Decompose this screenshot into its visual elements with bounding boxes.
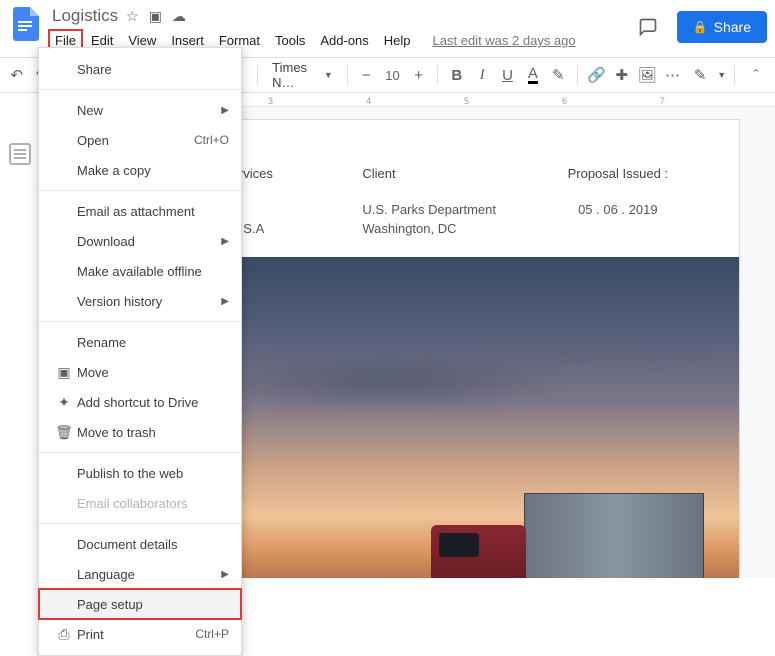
lock-icon: 🔒 [693, 20, 708, 34]
file-offline[interactable]: Make available offline [39, 256, 241, 286]
hide-menus-button[interactable]: ˆ [743, 62, 769, 88]
submenu-arrow-icon: ▶ [221, 236, 229, 247]
menu-addons[interactable]: Add-ons [313, 29, 375, 52]
editing-mode-button[interactable]: ✎ [687, 62, 713, 88]
last-edit-link[interactable]: Last edit was 2 days ago [433, 33, 576, 48]
hero-image[interactable] [156, 257, 739, 578]
print-icon: ⎙ [53, 626, 75, 643]
truck-graphic [384, 467, 704, 578]
col3-line1: 05 . 06 . 2019 [533, 201, 703, 220]
comments-button[interactable] [631, 10, 665, 44]
file-make-copy[interactable]: Make a copy [39, 155, 241, 185]
font-size-value[interactable]: 10 [381, 68, 404, 83]
file-page-setup[interactable]: Page setup [39, 589, 241, 619]
drive-shortcut-icon: ✦ [53, 394, 75, 411]
undo-button[interactable]: ↶ [6, 62, 27, 88]
file-share[interactable]: Share [39, 54, 241, 84]
file-move[interactable]: ▣Move [39, 357, 241, 387]
file-email-attachment[interactable]: Email as attachment [39, 196, 241, 226]
file-document-details[interactable]: Document details [39, 529, 241, 559]
submenu-arrow-icon: ▶ [221, 569, 229, 580]
insert-image-button[interactable]: 🖼 [636, 62, 657, 88]
file-print[interactable]: ⎙PrintCtrl+P [39, 619, 241, 649]
trash-icon: 🗑 [53, 424, 75, 441]
star-icon[interactable]: ☆ [126, 8, 139, 25]
font-size-decrease[interactable]: − [356, 62, 377, 88]
file-publish-web[interactable]: Publish to the web [39, 458, 241, 488]
col3-heading: Proposal Issued : [533, 166, 703, 201]
docs-logo[interactable] [8, 6, 44, 42]
italic-button[interactable]: I [472, 62, 493, 88]
file-add-shortcut[interactable]: ✦Add shortcut to Drive [39, 387, 241, 417]
file-version-history[interactable]: Version history▶ [39, 286, 241, 316]
font-size-increase[interactable]: + [408, 62, 429, 88]
font-family-select[interactable]: Times N…▼ [266, 60, 339, 90]
share-button[interactable]: 🔒 Share [677, 11, 767, 43]
col2-line2: Washington, DC [362, 220, 532, 239]
submenu-arrow-icon: ▶ [221, 296, 229, 307]
add-comment-button[interactable]: ✚ [611, 62, 632, 88]
underline-button[interactable]: U [497, 62, 518, 88]
insert-link-button[interactable]: 🔗 [586, 62, 607, 88]
file-trash[interactable]: 🗑Move to trash [39, 417, 241, 447]
file-open[interactable]: OpenCtrl+O [39, 125, 241, 155]
file-new[interactable]: New▶ [39, 95, 241, 125]
document-page[interactable]: ivery Services on Ave. Ohio , U.S.A Clie… [155, 119, 740, 578]
move-folder-icon[interactable]: ▣ [149, 8, 162, 25]
col2-line1: U.S. Parks Department [362, 201, 532, 220]
highlight-button[interactable]: ✎ [548, 62, 569, 88]
col2-heading: Client [362, 166, 532, 201]
chevron-down-icon: ▼ [717, 70, 726, 80]
file-email-collaborators: Email collaborators [39, 488, 241, 518]
bold-button[interactable]: B [446, 62, 467, 88]
menu-help[interactable]: Help [377, 29, 418, 52]
text-color-button[interactable]: A [522, 62, 543, 88]
share-label: Share [714, 19, 751, 35]
doc-title[interactable]: Logistics [52, 6, 118, 26]
file-rename[interactable]: Rename [39, 327, 241, 357]
submenu-arrow-icon: ▶ [221, 105, 229, 116]
file-language[interactable]: Language▶ [39, 559, 241, 589]
menu-tools[interactable]: Tools [268, 29, 312, 52]
file-dropdown-menu: Share New▶ OpenCtrl+O Make a copy Email … [38, 47, 242, 656]
cloud-status-icon: ☁ [172, 8, 186, 25]
file-download[interactable]: Download▶ [39, 226, 241, 256]
outline-toggle-icon[interactable] [9, 143, 31, 165]
folder-move-icon: ▣ [53, 364, 75, 381]
chevron-down-icon: ▼ [324, 70, 333, 80]
more-toolbar-button[interactable]: ⋯ [662, 62, 683, 88]
